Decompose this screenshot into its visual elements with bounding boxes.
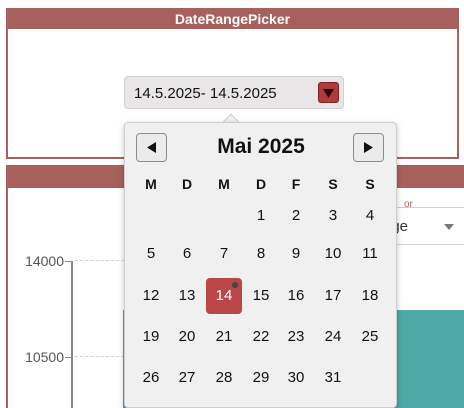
calendar-day[interactable]: 21 — [206, 319, 242, 355]
calendar-day[interactable]: 27 — [169, 360, 205, 396]
date-range-value: 14.5.2025- 14.5.2025 — [134, 85, 277, 102]
calendar-day[interactable]: 31 — [315, 360, 351, 396]
dropdown-toggle-button[interactable] — [318, 82, 339, 103]
calendar-day[interactable]: 15 — [243, 278, 279, 314]
calendar-day[interactable]: 26 — [133, 360, 169, 396]
calendar-day[interactable]: 5 — [133, 236, 169, 272]
calendar-day[interactable]: 3 — [315, 198, 351, 234]
calendar-day[interactable]: 24 — [315, 319, 351, 355]
calendar-day[interactable]: 2 — [278, 198, 314, 234]
prev-month-button[interactable] — [136, 133, 167, 162]
calendar-day[interactable]: 12 — [133, 278, 169, 314]
chevron-down-icon — [323, 89, 334, 98]
calendar-day[interactable]: 20 — [169, 319, 205, 355]
today-indicator — [232, 282, 238, 288]
calendar-day[interactable]: 23 — [278, 319, 314, 355]
calendar-day[interactable]: 17 — [315, 278, 351, 314]
date-range-input[interactable]: 14.5.2025- 14.5.2025 — [124, 76, 344, 109]
calendar-day[interactable]: 13 — [169, 278, 205, 314]
y-tick-label: 10500 — [25, 349, 64, 365]
weekday-label: S — [328, 176, 338, 192]
calendar-day[interactable]: 10 — [315, 236, 351, 272]
calendar-day[interactable]: 1 — [243, 198, 279, 234]
calendar-day[interactable]: 4 — [352, 198, 388, 234]
weekday-label: M — [145, 176, 157, 192]
calendar-day[interactable]: 25 — [352, 319, 388, 355]
calendar-day[interactable]: 28 — [206, 360, 242, 396]
weekday-label: S — [365, 176, 375, 192]
panel-title: DateRangePicker — [8, 10, 457, 29]
weekday-label: M — [218, 176, 230, 192]
calendar-day[interactable]: 18 — [352, 278, 388, 314]
chevron-down-icon — [444, 224, 454, 230]
chevron-right-icon — [364, 142, 373, 153]
weekday-label: D — [255, 176, 267, 192]
calendar-day[interactable]: 30 — [278, 360, 314, 396]
calendar-day[interactable]: 9 — [278, 236, 314, 272]
calendar-day[interactable]: 11 — [352, 236, 388, 272]
y-tick-label: 14000 — [25, 253, 64, 269]
next-month-button[interactable] — [353, 133, 384, 162]
calendar-day-selected[interactable]: 14 — [206, 278, 242, 314]
month-title: Mai 2025 — [217, 135, 305, 158]
calendar-day[interactable]: 22 — [243, 319, 279, 355]
calendar-day[interactable]: 19 — [133, 319, 169, 355]
weekday-label: D — [181, 176, 193, 192]
weekday-label: F — [291, 176, 301, 192]
calendar-day[interactable]: 8 — [243, 236, 279, 272]
calendar-day[interactable]: 7 — [206, 236, 242, 272]
calendar-day[interactable]: 6 — [169, 236, 205, 272]
y-axis — [71, 262, 73, 408]
chevron-left-icon — [147, 142, 156, 153]
calendar-day[interactable]: 29 — [243, 360, 279, 396]
calendar-popup: Mai 2025 MDMDFSS 1 2 3 4 5 6 7 8 9 10 11 12 13 14 15 16… — [124, 122, 397, 408]
calendar-day[interactable]: 16 — [278, 278, 314, 314]
